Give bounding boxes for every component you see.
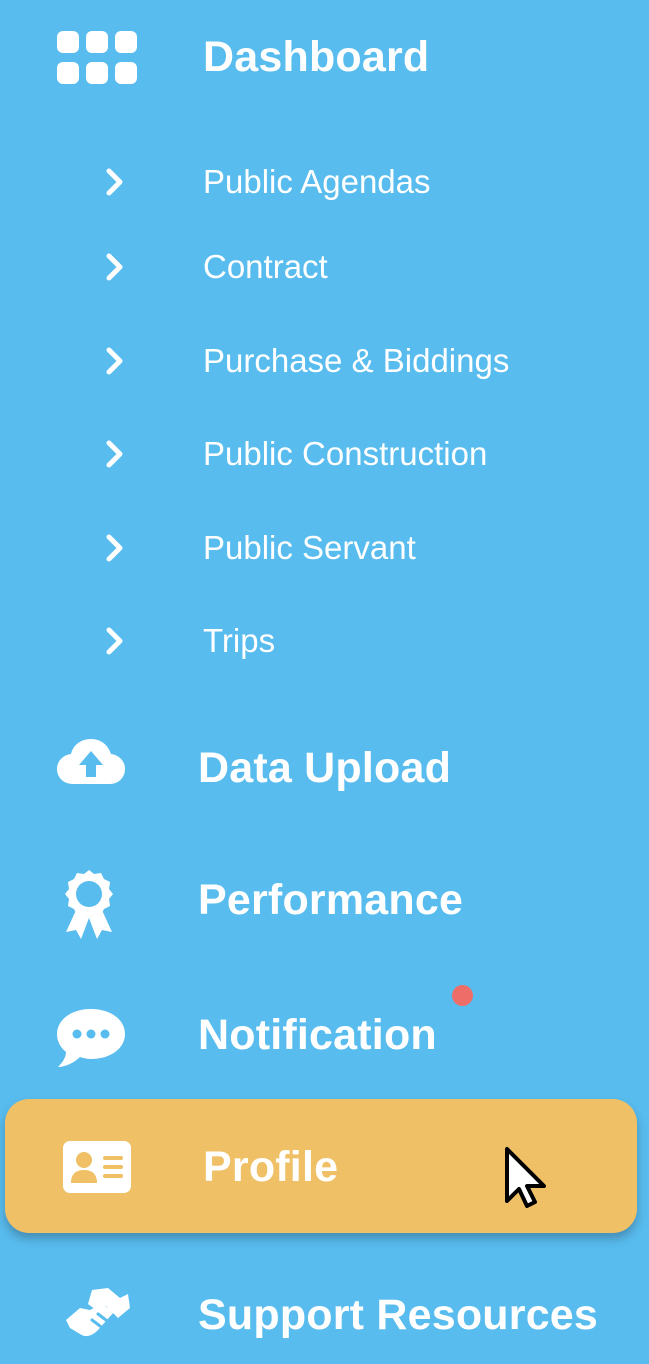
submenu-item-label: Public Servant bbox=[203, 529, 416, 566]
submenu-item-label: Purchase & Biddings bbox=[203, 342, 510, 379]
menu-item-performance[interactable]: Performance bbox=[0, 858, 649, 948]
submenu-item-public-agendas[interactable]: Public Agendas bbox=[0, 157, 649, 213]
chevron-right-icon bbox=[106, 440, 123, 468]
submenu-item-purchase-biddings[interactable]: Purchase & Biddings bbox=[0, 336, 649, 392]
chevron-right-icon bbox=[106, 168, 123, 196]
menu-item-dashboard-label: Dashboard bbox=[203, 33, 430, 81]
id-card-icon bbox=[63, 1141, 131, 1193]
menu-item-performance-label: Performance bbox=[198, 876, 464, 924]
menu-item-dashboard[interactable]: Dashboard bbox=[0, 20, 649, 95]
menu-item-data-upload[interactable]: Data Upload bbox=[0, 728, 649, 808]
award-ribbon-icon bbox=[65, 870, 113, 939]
menu-item-data-upload-label: Data Upload bbox=[198, 744, 452, 792]
submenu-item-contract[interactable]: Contract bbox=[0, 242, 649, 298]
notification-badge-dot bbox=[452, 985, 473, 1006]
submenu-item-label: Contract bbox=[203, 248, 328, 285]
handshake-icon bbox=[66, 1288, 130, 1337]
cloud-upload-icon bbox=[57, 739, 125, 784]
chat-bubble-icon bbox=[57, 1009, 125, 1067]
mouse-pointer-icon bbox=[505, 1147, 546, 1208]
menu-item-notification[interactable]: Notification bbox=[0, 992, 649, 1082]
sidebar-menu: Dashboard Public Agendas Contract Purcha… bbox=[0, 0, 649, 1364]
submenu-item-trips[interactable]: Trips bbox=[0, 616, 649, 672]
submenu-item-label: Public Construction bbox=[203, 435, 488, 472]
menu-item-notification-label: Notification bbox=[198, 1011, 437, 1059]
submenu-item-label: Public Agendas bbox=[203, 163, 431, 200]
chevron-right-icon bbox=[106, 347, 123, 375]
grid-icon bbox=[57, 31, 137, 84]
chevron-right-icon bbox=[106, 534, 123, 562]
submenu-item-public-servant[interactable]: Public Servant bbox=[0, 523, 649, 579]
chevron-right-icon bbox=[106, 627, 123, 655]
submenu-item-public-construction[interactable]: Public Construction bbox=[0, 429, 649, 485]
chevron-right-icon bbox=[106, 253, 123, 281]
submenu-item-label: Trips bbox=[203, 622, 276, 659]
menu-item-profile-label: Profile bbox=[203, 1143, 339, 1191]
menu-item-support-resources[interactable]: Support Resources bbox=[0, 1270, 649, 1360]
menu-item-support-resources-label: Support Resources bbox=[198, 1291, 599, 1339]
